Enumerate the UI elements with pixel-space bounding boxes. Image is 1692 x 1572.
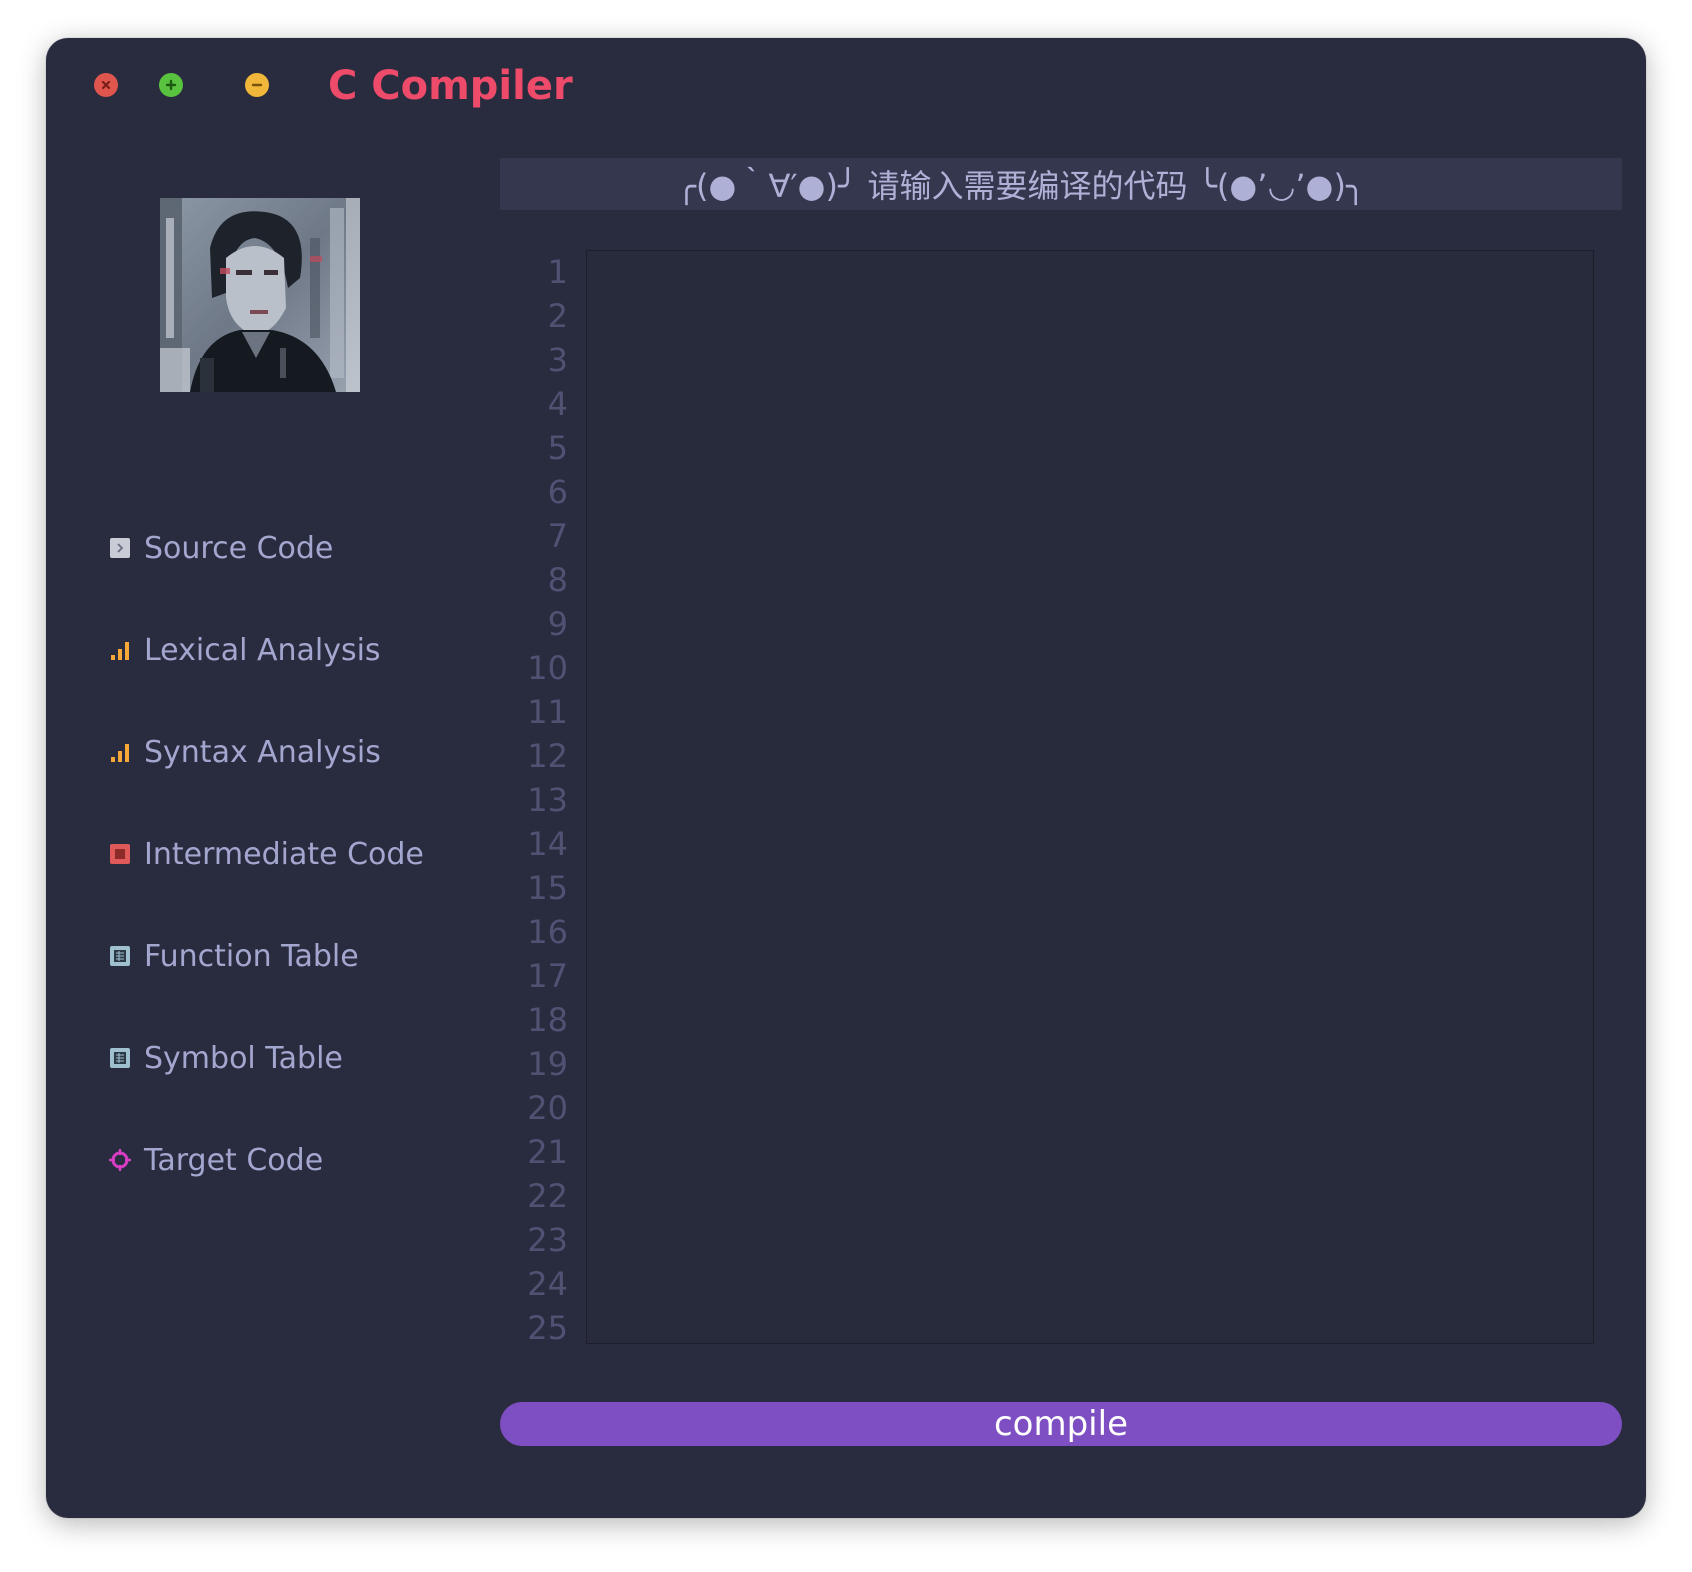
- target-icon: [108, 1148, 132, 1172]
- line-number: 19: [527, 1045, 568, 1083]
- sidebar-item-label: Syntax Analysis: [144, 734, 381, 770]
- sidebar-item-label: Source Code: [144, 530, 334, 566]
- line-number: 14: [527, 825, 568, 863]
- sidebar-item-label: Function Table: [144, 938, 359, 974]
- line-number: 13: [527, 781, 568, 819]
- code-file-icon: [108, 536, 132, 560]
- close-icon: [101, 80, 111, 90]
- red-square-icon: [108, 842, 132, 866]
- code-editor[interactable]: [586, 250, 1594, 1344]
- line-number: 12: [527, 737, 568, 775]
- sidebar-item-intermediate-code[interactable]: Intermediate Code: [108, 832, 424, 876]
- line-number: 3: [547, 341, 568, 379]
- sidebar-item-label: Lexical Analysis: [144, 632, 381, 668]
- avatar: [160, 198, 360, 392]
- line-number: 10: [527, 649, 568, 687]
- line-number: 21: [527, 1133, 568, 1171]
- line-number: 5: [547, 429, 568, 467]
- app-window: C Compiler Source Code Lexical Analysis …: [46, 38, 1646, 1518]
- plus-icon: [165, 79, 177, 91]
- line-number: 25: [527, 1309, 568, 1347]
- line-number-gutter: 1 2 3 4 5 6 7 8 9 10 11 12 13 14 15 16 17 18 19 20 21 22 23 24 2…: [500, 250, 580, 1350]
- avatar-painting: [160, 198, 360, 392]
- sidebar-item-target-code[interactable]: Target Code: [108, 1138, 323, 1182]
- table-icon: [108, 944, 132, 968]
- sidebar-item-source-code[interactable]: Source Code: [108, 526, 333, 570]
- line-number: 1: [547, 253, 568, 291]
- line-number: 9: [547, 605, 568, 643]
- line-number: 11: [527, 693, 568, 731]
- bar-chart-icon: [108, 740, 132, 764]
- line-number: 7: [547, 517, 568, 555]
- sidebar-item-lexical-analysis[interactable]: Lexical Analysis: [108, 628, 381, 672]
- sidebar-item-label: Symbol Table: [144, 1040, 343, 1076]
- line-number: 6: [547, 473, 568, 511]
- minimize-button[interactable]: [245, 73, 269, 97]
- editor-banner: ╭(●｀∀′●)╯ 请输入需要编译的代码 ╰(●’◡’●)╮: [500, 158, 1622, 210]
- sidebar-item-syntax-analysis[interactable]: Syntax Analysis: [108, 730, 381, 774]
- table-icon: [108, 1046, 132, 1070]
- sidebar-item-label: Target Code: [144, 1142, 324, 1178]
- sidebar-item-function-table[interactable]: Function Table: [108, 934, 359, 978]
- line-number: 2: [547, 297, 568, 335]
- maximize-button[interactable]: [159, 73, 183, 97]
- bar-chart-icon: [108, 638, 132, 662]
- line-number: 4: [547, 385, 568, 423]
- compile-button[interactable]: compile: [500, 1402, 1622, 1446]
- sidebar-item-label: Intermediate Code: [144, 836, 424, 872]
- line-number: 8: [547, 561, 568, 599]
- sidebar-item-symbol-table[interactable]: Symbol Table: [108, 1036, 343, 1080]
- line-number: 15: [527, 869, 568, 907]
- line-number: 22: [527, 1177, 568, 1215]
- line-number: 23: [527, 1221, 568, 1259]
- line-number: 20: [527, 1089, 568, 1127]
- line-number: 16: [527, 913, 568, 951]
- line-number: 24: [527, 1265, 568, 1303]
- close-button[interactable]: [94, 73, 118, 97]
- minus-icon: [251, 83, 263, 87]
- line-number: 18: [527, 1001, 568, 1039]
- line-number: 17: [527, 957, 568, 995]
- app-title: C Compiler: [328, 63, 573, 109]
- banner-text: ╭(●｀∀′●)╯ 请输入需要编译的代码 ╰(●’◡’●)╮: [676, 167, 1366, 205]
